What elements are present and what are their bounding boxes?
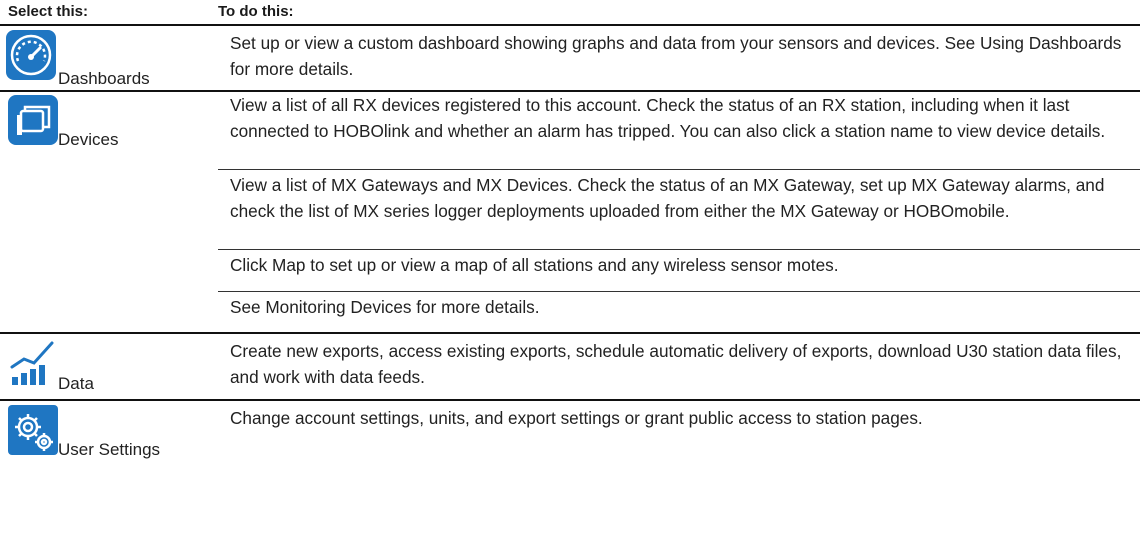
devices-description-1: View a list of all RX devices registered… <box>230 95 1106 141</box>
bar-chart-trend-icon[interactable] <box>8 337 58 387</box>
devices-description-3: Click Map to set up or view a map of all… <box>230 255 839 275</box>
paragraph-divider <box>218 169 1140 170</box>
row-rule <box>0 332 1140 334</box>
devices-description-4: See Monitoring Devices for more details. <box>230 297 540 317</box>
dashboards-description: Set up or view a custom dashboard showin… <box>230 33 1122 79</box>
devices-label[interactable]: Devices <box>58 130 118 150</box>
paragraph-divider <box>218 249 1140 250</box>
user-settings-label[interactable]: User Settings <box>58 440 160 460</box>
devices-description-2: View a list of MX Gateways and MX Device… <box>230 175 1105 221</box>
gear-cog-icon[interactable] <box>8 405 58 455</box>
data-label[interactable]: Data <box>58 374 94 394</box>
paragraph-divider <box>218 291 1140 292</box>
header-rule <box>0 24 1140 26</box>
stacked-windows-icon[interactable] <box>8 95 58 145</box>
column-header-select: Select this: <box>8 3 89 20</box>
data-description: Create new exports, access existing expo… <box>230 341 1122 387</box>
dashboards-label[interactable]: Dashboards <box>58 69 150 89</box>
column-header-action: To do this: <box>218 3 294 20</box>
row-rule <box>0 399 1140 401</box>
speedometer-icon[interactable] <box>6 30 56 80</box>
user-settings-description: Change account settings, units, and expo… <box>230 408 923 428</box>
